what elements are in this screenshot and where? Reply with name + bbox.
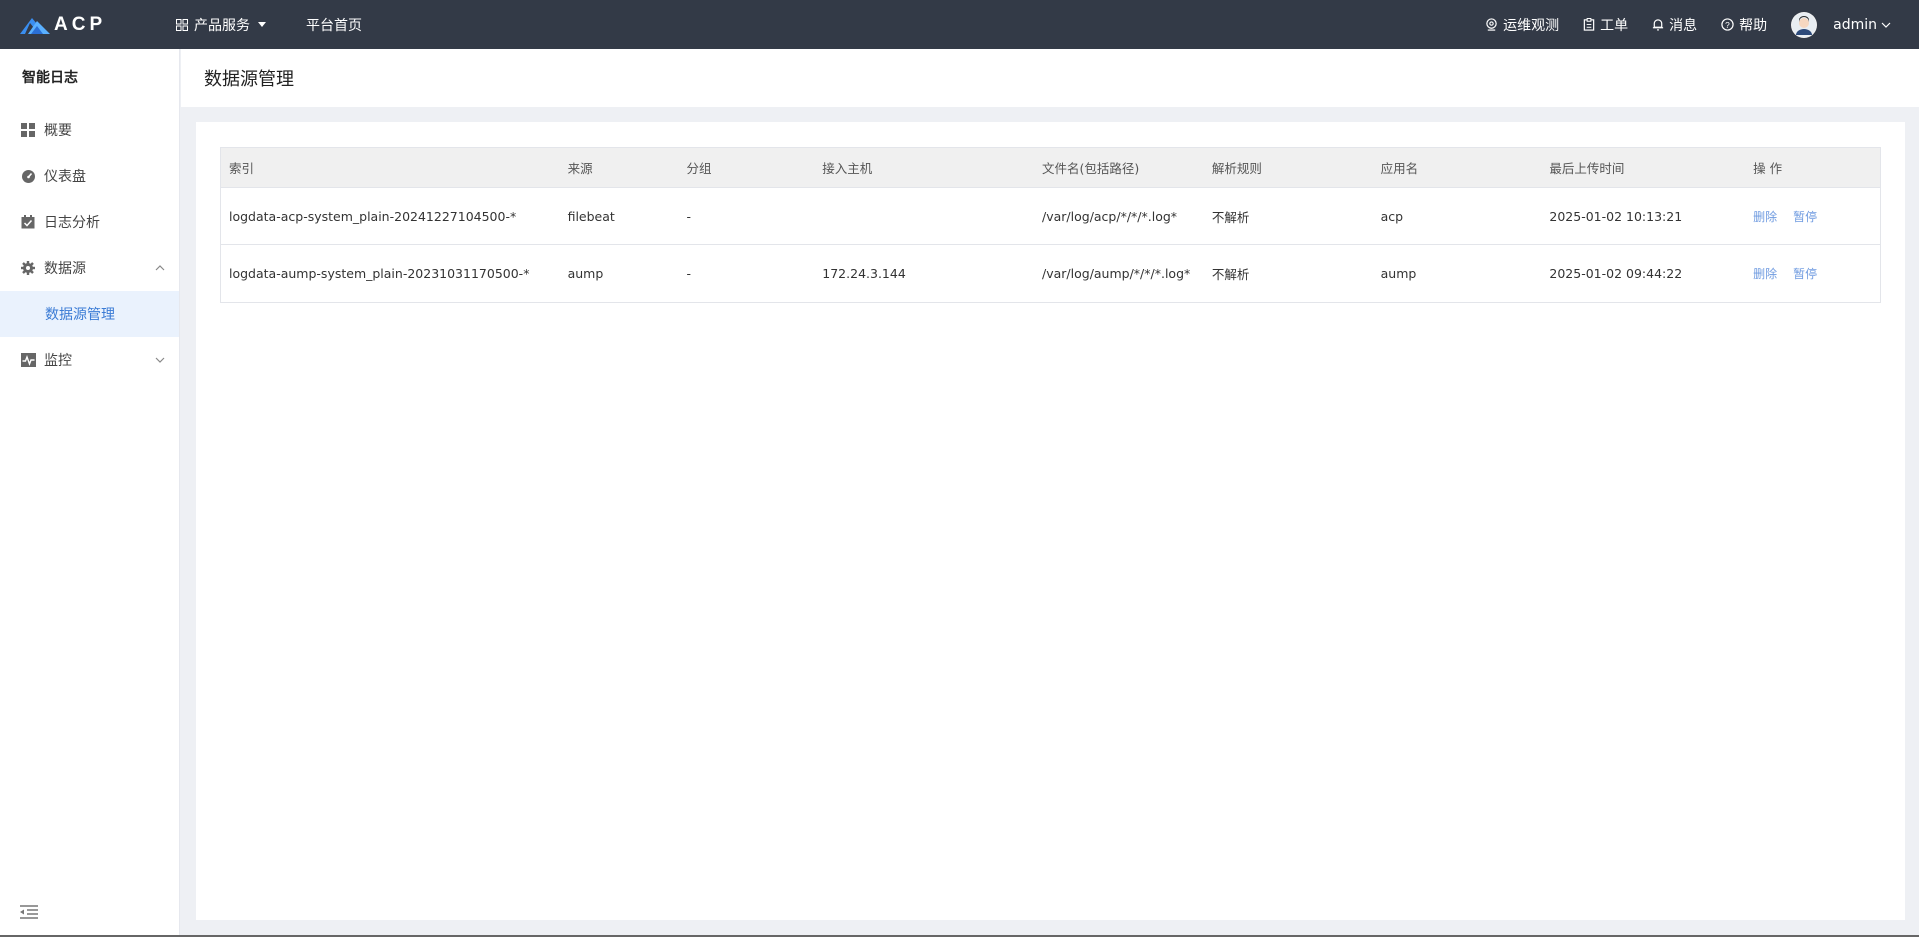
sidebar-item-datasource-management[interactable]: 数据源管理: [0, 291, 179, 337]
pause-button[interactable]: 暂停: [1793, 267, 1817, 281]
column-header: 解析规则: [1211, 161, 1262, 176]
table-cell-index: logdata-aump-system_plain-20231031170500…: [229, 266, 530, 281]
table-cell-group: -: [686, 266, 691, 281]
ops-observe-link[interactable]: 运维观测: [1485, 15, 1559, 35]
gear-icon: [20, 260, 36, 276]
platform-home-link[interactable]: 平台首页: [306, 15, 362, 35]
work-order-label: 工单: [1600, 17, 1629, 34]
page-header: 数据源管理: [181, 49, 1919, 107]
logo-text: ACP: [54, 13, 107, 35]
delete-button[interactable]: 删除: [1753, 210, 1777, 224]
sidebar-item-overview[interactable]: 概要: [0, 107, 179, 153]
bell-icon: [1653, 19, 1664, 31]
gauge-icon: [20, 168, 36, 184]
sidebar-item-label: 数据源管理: [45, 307, 115, 323]
table-row: logdata-acp-system_plain-20241227104500-…: [221, 188, 1880, 245]
messages-label: 消息: [1669, 17, 1698, 34]
platform-home-label: 平台首页: [306, 17, 362, 34]
table-cell-last-upload: 2025-01-02 09:44:22: [1549, 266, 1683, 281]
clipboard-icon: [1583, 18, 1595, 31]
sidebar-item-monitoring[interactable]: 监控: [0, 337, 179, 383]
dashboard-grid-icon: [20, 122, 36, 138]
table-cell-actions: 删除 暂停: [1745, 208, 1880, 225]
sidebar-item-label: 日志分析: [44, 215, 100, 231]
work-order-link[interactable]: 工单: [1583, 15, 1628, 35]
column-header: 分组: [686, 161, 712, 176]
product-services-menu[interactable]: 产品服务: [176, 15, 266, 35]
table-cell-parse-rule: 不解析: [1211, 209, 1250, 225]
user-menu[interactable]: admin: [1833, 17, 1891, 33]
sidebar-item-datasource[interactable]: 数据源: [0, 245, 179, 291]
delete-button[interactable]: 删除: [1753, 267, 1777, 281]
sidebar-collapse-button[interactable]: [20, 905, 38, 923]
table-cell-filename: /var/log/acp/*/*/*.log*: [1042, 208, 1178, 224]
top-bar: ACP 产品服务 平台首页 运维观测 工单 消息 ? 帮助 admin: [0, 0, 1919, 49]
logo[interactable]: ACP: [20, 14, 140, 36]
location-pin-icon: [1486, 18, 1497, 31]
table-cell-source: aump: [567, 266, 604, 281]
grid-icon: [176, 18, 188, 31]
sidebar: 智能日志 概要 仪表盘 日志分析 数据源 数据源管理 监控: [0, 49, 180, 937]
sidebar-item-dashboard[interactable]: 仪表盘: [0, 153, 179, 199]
logo-mountain-icon: [20, 17, 50, 34]
activity-icon: [20, 352, 36, 368]
table-header-row: 索引 来源 分组 接入主机 文件名(包括路径) 解析规则 应用名 最后上传时间 …: [221, 148, 1880, 188]
help-link[interactable]: ? 帮助: [1721, 15, 1767, 35]
user-avatar[interactable]: [1791, 11, 1818, 38]
table-cell-filename: /var/log/aump/*/*/*.log*: [1042, 266, 1191, 281]
collapse-menu-icon: [20, 905, 38, 919]
pause-button[interactable]: 暂停: [1793, 210, 1817, 224]
sidebar-item-label: 监控: [44, 353, 72, 369]
table-cell-actions: 删除 暂停: [1745, 265, 1880, 282]
column-header: 索引: [229, 161, 255, 176]
caret-down-icon: [258, 22, 266, 27]
table-cell-app-name: acp: [1380, 208, 1404, 224]
table-cell-parse-rule: 不解析: [1211, 267, 1250, 282]
chevron-down-icon: [1881, 22, 1891, 28]
table-cell-index: logdata-acp-system_plain-20241227104500-…: [229, 208, 517, 224]
chevron-down-icon: [155, 357, 165, 363]
column-header: 最后上传时间: [1549, 161, 1625, 176]
username: admin: [1833, 16, 1877, 33]
ops-observe-label: 运维观测: [1503, 17, 1560, 34]
sidebar-title: 智能日志: [22, 70, 78, 86]
table-cell-host: 172.24.3.144: [822, 266, 906, 281]
content-card: 索引 来源 分组 接入主机 文件名(包括路径) 解析规则 应用名 最后上传时间 …: [196, 122, 1905, 920]
column-header: 接入主机: [822, 161, 873, 176]
svg-text:?: ?: [1725, 20, 1730, 30]
help-circle-icon: ?: [1721, 18, 1734, 31]
column-header: 应用名: [1380, 161, 1419, 176]
column-header: 操 作: [1753, 161, 1783, 176]
user-avatar-icon: [1792, 12, 1817, 37]
datasource-table: 索引 来源 分组 接入主机 文件名(包括路径) 解析规则 应用名 最后上传时间 …: [220, 147, 1881, 303]
product-services-label: 产品服务: [194, 17, 250, 34]
table-cell-source: filebeat: [567, 208, 615, 224]
page-title: 数据源管理: [204, 69, 294, 90]
sidebar-item-label: 概要: [44, 123, 72, 139]
column-header: 来源: [567, 161, 593, 176]
table-cell-last-upload: 2025-01-02 10:13:21: [1549, 208, 1683, 224]
help-label: 帮助: [1739, 17, 1768, 34]
calendar-icon: [20, 214, 36, 230]
table-cell-group: -: [686, 208, 691, 224]
messages-link[interactable]: 消息: [1652, 15, 1697, 35]
sidebar-item-label: 仪表盘: [44, 169, 86, 185]
chevron-up-icon: [155, 265, 165, 271]
table-cell-app-name: aump: [1380, 266, 1417, 281]
sidebar-item-log-analysis[interactable]: 日志分析: [0, 199, 179, 245]
table-row: logdata-aump-system_plain-20231031170500…: [221, 245, 1880, 302]
column-header: 文件名(包括路径): [1042, 161, 1140, 176]
sidebar-item-label: 数据源: [44, 261, 86, 277]
